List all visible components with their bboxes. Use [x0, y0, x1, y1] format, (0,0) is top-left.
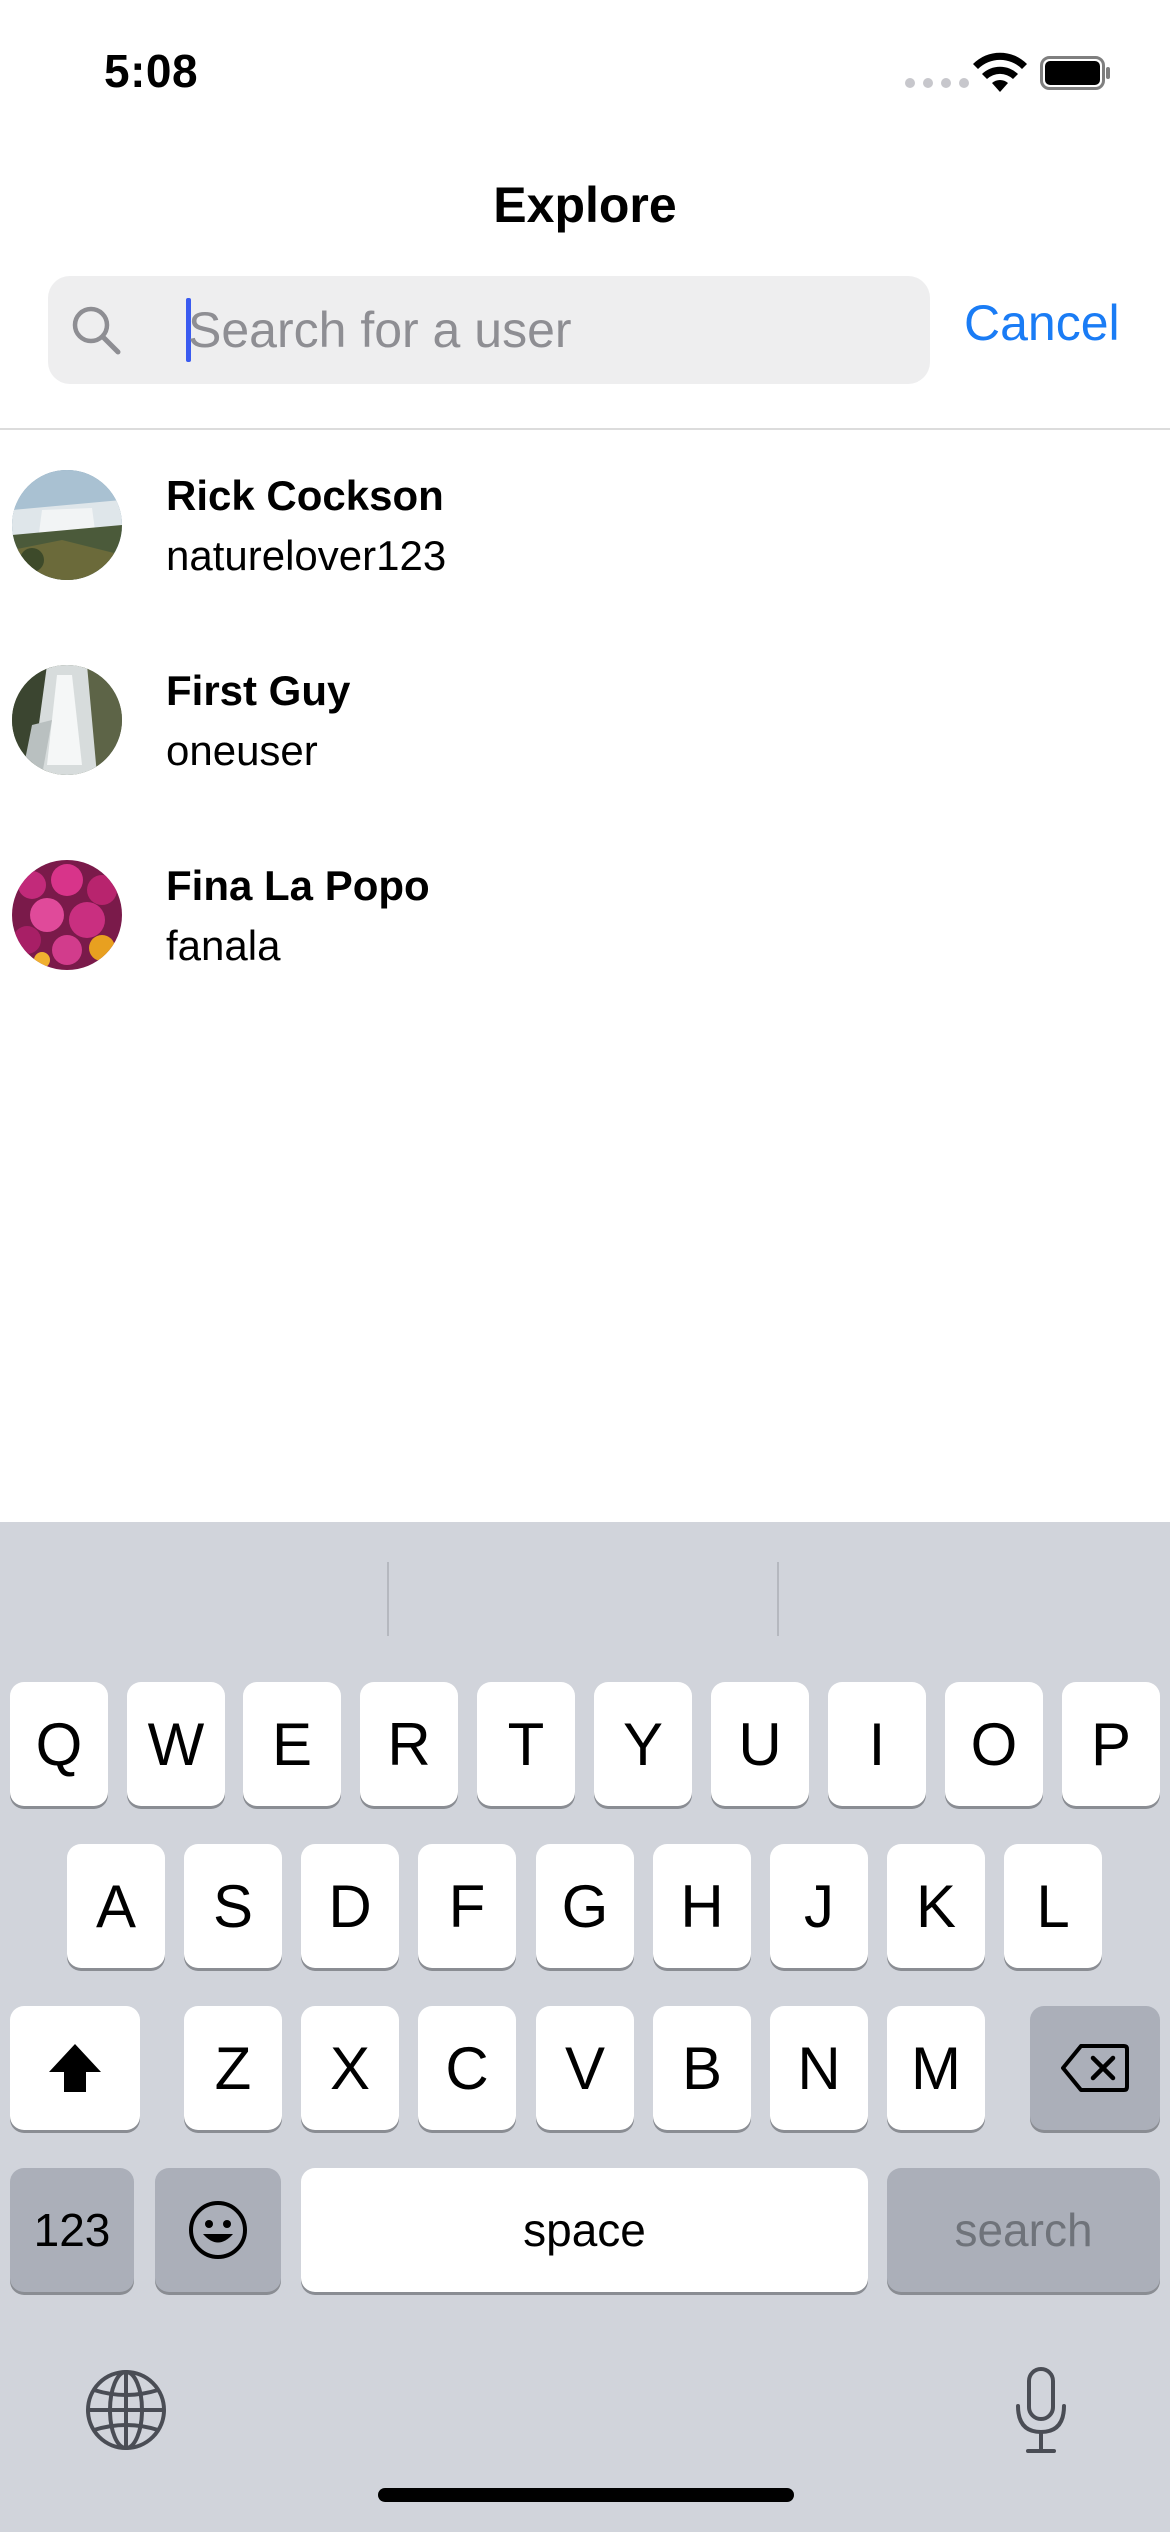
user-row[interactable]: First Guy oneuser [0, 657, 1170, 852]
key-q[interactable]: Q [10, 1682, 108, 1806]
key-g[interactable]: G [536, 1844, 634, 1968]
home-indicator[interactable] [378, 2488, 794, 2502]
key-p[interactable]: P [1062, 1682, 1160, 1806]
delete-icon [1061, 2044, 1129, 2092]
suggestion-divider [777, 1562, 779, 1636]
key-i[interactable]: I [828, 1682, 926, 1806]
key-v[interactable]: V [536, 2006, 634, 2130]
microphone-icon[interactable] [1010, 2366, 1072, 2456]
key-l[interactable]: L [1004, 1844, 1102, 1968]
avatar [12, 470, 122, 580]
user-handle: oneuser [166, 727, 318, 774]
status-bar: 5:08 [0, 0, 1170, 140]
key-s[interactable]: S [184, 1844, 282, 1968]
key-h[interactable]: H [653, 1844, 751, 1968]
key-d[interactable]: D [301, 1844, 399, 1968]
shift-icon [49, 2044, 101, 2092]
avatar [12, 665, 122, 775]
user-row[interactable]: Rick Cockson naturelover123 [0, 462, 1170, 657]
user-handle: naturelover123 [166, 532, 447, 579]
user-row[interactable]: Fina La Popo fanala [0, 852, 1170, 1047]
space-key[interactable]: space [301, 2168, 868, 2292]
cellular-signal-icon [905, 78, 969, 88]
key-m[interactable]: M [887, 2006, 985, 2130]
user-name: First Guy [166, 667, 351, 714]
search-key[interactable]: search [887, 2168, 1160, 2292]
emoji-key[interactable] [155, 2168, 281, 2292]
key-t[interactable]: T [477, 1682, 575, 1806]
delete-key[interactable] [1030, 2006, 1160, 2130]
divider [0, 428, 1170, 430]
key-z[interactable]: Z [184, 2006, 282, 2130]
emoji-icon [189, 2201, 247, 2259]
globe-icon[interactable] [84, 2368, 168, 2452]
suggestion-divider [387, 1562, 389, 1636]
status-time: 5:08 [104, 45, 199, 97]
key-a[interactable]: A [67, 1844, 165, 1968]
user-handle: fanala [166, 922, 281, 969]
avatar [12, 860, 122, 970]
key-w[interactable]: W [127, 1682, 225, 1806]
key-x[interactable]: X [301, 2006, 399, 2130]
shift-key[interactable] [10, 2006, 140, 2130]
keyboard: Q W E R T Y U I O P A S D F G H J K L Z … [0, 1522, 1170, 2532]
key-j[interactable]: J [770, 1844, 868, 1968]
key-f[interactable]: F [418, 1844, 516, 1968]
key-e[interactable]: E [243, 1682, 341, 1806]
search-input[interactable] [188, 276, 908, 384]
cancel-button[interactable]: Cancel [964, 294, 1120, 352]
search-icon [72, 306, 121, 355]
key-k[interactable]: K [887, 1844, 985, 1968]
key-b[interactable]: B [653, 2006, 751, 2130]
search-bar[interactable] [48, 276, 930, 384]
wifi-icon [973, 52, 1027, 92]
user-name: Rick Cockson [166, 472, 444, 519]
numbers-key[interactable]: 123 [10, 2168, 134, 2292]
page-title: Explore [493, 177, 677, 233]
battery-icon [1040, 56, 1110, 90]
user-name: Fina La Popo [166, 862, 430, 909]
key-n[interactable]: N [770, 2006, 868, 2130]
key-c[interactable]: C [418, 2006, 516, 2130]
key-r[interactable]: R [360, 1682, 458, 1806]
key-y[interactable]: Y [594, 1682, 692, 1806]
user-list: Rick Cockson naturelover123 First Guy on… [0, 462, 1170, 1047]
key-o[interactable]: O [945, 1682, 1043, 1806]
key-u[interactable]: U [711, 1682, 809, 1806]
